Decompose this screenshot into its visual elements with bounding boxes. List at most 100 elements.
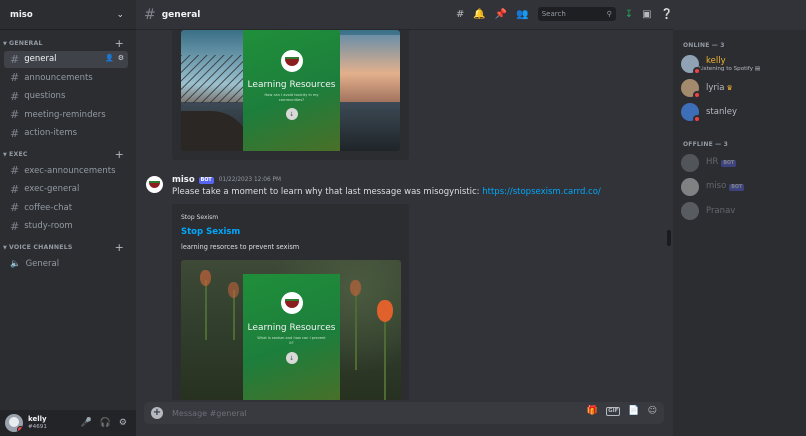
- avatar: [681, 202, 699, 220]
- member-hr[interactable]: HR BOT: [681, 152, 806, 174]
- channel-action-items[interactable]: # action-items: [4, 125, 128, 142]
- embed-title[interactable]: Stop Sexism: [181, 227, 240, 237]
- hash-icon: #: [10, 89, 20, 103]
- member-name: miso BOT: [706, 181, 745, 191]
- headphones-icon[interactable]: 🎧: [100, 418, 111, 428]
- channel-announcements[interactable]: # announcements: [4, 69, 128, 86]
- attach-plus-icon[interactable]: +: [151, 407, 163, 419]
- category-exec[interactable]: ▼ EXEC +: [0, 148, 136, 161]
- avatar[interactable]: [146, 176, 163, 193]
- message-timestamp: 01/22/2023 12:06 PM: [218, 177, 281, 183]
- message-link[interactable]: https://stopsexism.carrd.co/: [482, 187, 601, 197]
- channel-label: study-room: [24, 221, 73, 231]
- hash-icon: #: [10, 219, 20, 233]
- gear-icon[interactable]: ⚙: [118, 54, 124, 62]
- embed-image[interactable]: Learning Resources How can I avoid toxic…: [181, 30, 400, 151]
- card-title: Learning Resources: [247, 323, 336, 333]
- channel-label: General: [25, 258, 60, 269]
- download-icon[interactable]: ↧: [625, 9, 633, 20]
- gift-icon[interactable]: 🎁: [587, 406, 598, 416]
- gear-icon[interactable]: ⚙: [119, 418, 127, 428]
- voice-channel-general[interactable]: 🔈 General: [4, 255, 128, 272]
- help-icon[interactable]: ❔: [661, 9, 673, 20]
- dnd-status-icon: [693, 115, 701, 123]
- channel-label: general: [24, 54, 57, 64]
- member-name: HR BOT: [706, 157, 737, 167]
- inbox-icon[interactable]: ▣: [642, 9, 651, 20]
- embed-provider: Stop Sexism: [181, 214, 219, 221]
- invite-icon[interactable]: 👤: [105, 54, 114, 62]
- hash-icon: #: [10, 182, 20, 196]
- dnd-status-icon: [693, 91, 701, 99]
- member-name: stanley: [706, 106, 737, 117]
- channel-label: questions: [24, 91, 66, 101]
- sticker-icon[interactable]: 📄: [628, 406, 639, 416]
- embed: Learning Resources How can I avoid toxic…: [172, 30, 409, 160]
- add-channel-icon[interactable]: +: [115, 148, 124, 161]
- channel-label: exec-announcements: [24, 165, 116, 176]
- server-name: miso: [10, 9, 33, 20]
- hash-icon: #: [144, 6, 156, 23]
- channel-meeting-reminders[interactable]: # meeting-reminders: [4, 106, 128, 123]
- member-pranav[interactable]: Pranav: [681, 200, 806, 222]
- channel-label: meeting-reminders: [24, 109, 106, 120]
- channel-exec-announcements[interactable]: # exec-announcements: [4, 162, 128, 179]
- scrollbar[interactable]: [667, 230, 671, 246]
- download-icon: ↓: [285, 108, 298, 120]
- member-list: ONLINE — 3 kelly Listening to Spotify ▤ …: [673, 30, 806, 436]
- channel-header: # general # 🔔 📌 👥 Search ⚲ ↧ ▣ ❔: [136, 0, 673, 30]
- channel-label: exec-general: [24, 184, 80, 194]
- chat-area: # general # 🔔 📌 👥 Search ⚲ ↧ ▣ ❔ Learnin…: [136, 0, 673, 436]
- channel-label: action-items: [24, 128, 78, 138]
- pin-icon[interactable]: 📌: [495, 9, 507, 20]
- member-stanley[interactable]: stanley: [681, 101, 806, 123]
- hash-icon: #: [10, 126, 20, 140]
- category-general[interactable]: ▼ GENERAL +: [0, 37, 136, 50]
- bot-badge: BOT: [198, 176, 214, 184]
- bell-icon[interactable]: 🔔: [473, 9, 485, 20]
- miso-logo-icon: [280, 50, 303, 72]
- caret-down-icon: ▼: [3, 152, 8, 158]
- add-channel-icon[interactable]: +: [115, 241, 124, 254]
- channel-general[interactable]: # general 👤 ⚙: [4, 50, 128, 68]
- member-miso[interactable]: miso BOT: [681, 176, 806, 198]
- channel-questions[interactable]: # questions: [4, 88, 128, 105]
- search-input[interactable]: Search ⚲: [537, 7, 616, 21]
- channel-coffee-chat[interactable]: # coffee-chat: [4, 199, 128, 216]
- download-icon: ↓: [285, 352, 298, 364]
- search-icon: ⚲: [606, 10, 612, 18]
- add-channel-icon[interactable]: +: [115, 37, 124, 50]
- muted-mic-icon[interactable]: 🎤: [80, 418, 91, 428]
- gif-icon[interactable]: GIF: [606, 406, 621, 416]
- caret-down-icon: ▼: [3, 40, 8, 47]
- emoji-icon[interactable]: ☺: [648, 406, 657, 416]
- avatar[interactable]: [5, 414, 23, 432]
- member-lyria[interactable]: lyria ♛: [681, 77, 806, 99]
- server-header[interactable]: miso ⌄: [0, 0, 136, 30]
- card-subtitle: How can I avoid toxicity in my communiti…: [264, 93, 319, 102]
- online-header: ONLINE — 3: [683, 42, 725, 49]
- members-icon[interactable]: 👥: [516, 9, 528, 20]
- message-author[interactable]: miso: [172, 175, 195, 185]
- channel-study-room[interactable]: # study-room: [4, 218, 128, 235]
- embed-image[interactable]: Learning Resources What is sexism and ho…: [181, 260, 401, 400]
- chevron-down-icon[interactable]: ⌄: [116, 10, 124, 20]
- category-voice[interactable]: ▼ VOICE CHANNELS +: [0, 241, 136, 254]
- resource-card: Learning Resources What is sexism and ho…: [243, 274, 340, 400]
- resource-card: Learning Resources How can I avoid toxic…: [243, 30, 340, 151]
- miso-logo-icon: [280, 292, 303, 314]
- message-list: Learning Resources How can I avoid toxic…: [136, 30, 673, 400]
- channel-exec-general[interactable]: # exec-general: [4, 181, 128, 198]
- avatar: [681, 178, 699, 196]
- dnd-status-icon: [693, 67, 701, 75]
- message-composer[interactable]: + Message #general 🎁 GIF 📄 ☺: [144, 402, 664, 424]
- channel-label: coffee-chat: [24, 202, 73, 213]
- offline-header: OFFLINE — 3: [683, 141, 729, 148]
- hash-icon: #: [10, 108, 20, 121]
- channel-title: general: [161, 9, 201, 20]
- crown-icon: ♛: [726, 83, 733, 92]
- threads-icon[interactable]: #: [456, 9, 464, 20]
- member-kelly[interactable]: kelly Listening to Spotify ▤: [681, 53, 806, 75]
- member-name: kelly: [706, 55, 726, 66]
- message-input[interactable]: Message #general: [172, 409, 247, 418]
